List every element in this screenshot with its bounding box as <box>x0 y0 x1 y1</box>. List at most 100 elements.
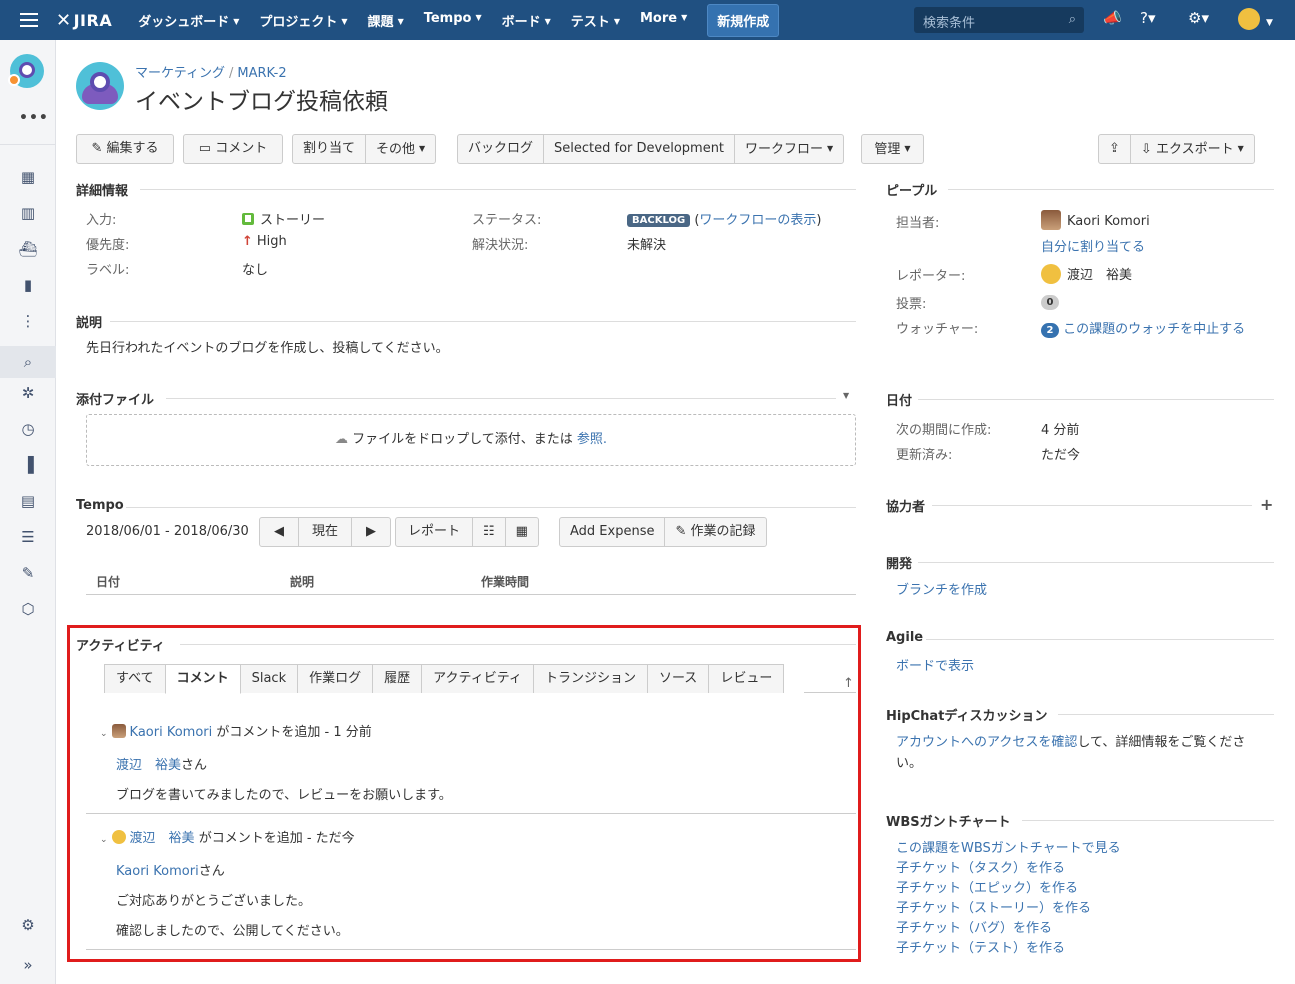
feather-icon[interactable]: ✎ <box>17 562 39 584</box>
create-child-story-link[interactable]: 子チケット（ストーリー）を作る <box>896 897 1091 916</box>
collapse-icon[interactable]: ⌄ <box>100 835 108 845</box>
tempo-date-range: 2018/06/01 - 2018/06/30 <box>86 524 249 539</box>
avatar <box>111 830 126 844</box>
jira-logo[interactable]: ✕ JIRA <box>56 10 112 31</box>
tab-review[interactable]: レビュー <box>708 664 785 693</box>
create-button[interactable]: 新規作成 <box>707 3 780 37</box>
collaborators-heading: 協力者 <box>886 500 926 515</box>
add-collaborator-icon[interactable]: + <box>1260 495 1273 514</box>
menu-icon[interactable] <box>20 13 38 27</box>
table-icon[interactable]: ▤ <box>17 490 39 512</box>
stop-watching-link[interactable]: この課題のウォッチを中止する <box>1063 322 1245 337</box>
workflow-view-link[interactable]: ワークフローの表示 <box>699 213 816 228</box>
tempo-report-group: レポート ☷ ▦ <box>395 517 539 547</box>
browse-link[interactable]: 参照. <box>577 432 607 447</box>
menu-projects[interactable]: プロジェクト ▼ <box>249 11 357 30</box>
help-icon[interactable]: ?▾ <box>1140 9 1156 27</box>
grid-view-button[interactable]: ▦ <box>506 518 538 546</box>
create-child-task-link[interactable]: 子チケット（タスク）を作る <box>896 857 1065 876</box>
create-branch-link[interactable]: ブランチを作成 <box>896 579 987 598</box>
report-button[interactable]: レポート <box>396 518 474 546</box>
assignee-value[interactable]: Kaori Komori <box>1041 210 1150 230</box>
tab-activity[interactable]: アクティビティ <box>421 664 534 693</box>
add-expense-button[interactable]: Add Expense <box>560 518 666 546</box>
megaphone-icon[interactable]: 📣 <box>1103 9 1122 27</box>
clock-icon[interactable]: ◷ <box>17 418 39 440</box>
export-button[interactable]: ⇩ エクスポート ▼ <box>1131 135 1254 163</box>
issue-title: イベントブログ投稿依頼 <box>135 89 388 115</box>
breadcrumb: マーケティング / MARK-2 <box>135 66 287 81</box>
create-child-epic-link[interactable]: 子チケット（エピック）を作る <box>896 877 1078 896</box>
selected-for-development-button[interactable]: Selected for Development <box>544 135 736 163</box>
menu-more[interactable]: More ▼ <box>630 11 697 30</box>
menu-tests[interactable]: テスト ▼ <box>561 11 630 30</box>
view-on-board-link[interactable]: ボードで表示 <box>896 655 974 674</box>
addons-icon[interactable]: ✲ <box>17 382 39 404</box>
search-icon: ⌕ <box>1068 12 1076 27</box>
tab-worklog[interactable]: 作業ログ <box>297 664 374 693</box>
avatar <box>1041 264 1061 284</box>
components-icon[interactable]: ⋮ <box>17 310 39 332</box>
log-work-button[interactable]: ✎ 作業の記録 <box>665 518 765 546</box>
menu-tempo[interactable]: Tempo ▼ <box>414 11 492 30</box>
comment-2-author[interactable]: 渡辺 裕美 <box>130 831 195 846</box>
tab-history[interactable]: 履歴 <box>372 664 423 693</box>
create-child-test-link[interactable]: 子チケット（テスト）を作る <box>896 937 1065 956</box>
tab-transitions[interactable]: トランジション <box>532 664 648 693</box>
assign-button[interactable]: 割り当て <box>293 135 367 163</box>
gear-icon[interactable]: ⚙▾ <box>1188 9 1209 27</box>
settings-icon[interactable]: ⚙ <box>17 914 39 936</box>
attachment-dropzone[interactable]: ☁ ファイルをドロップして添付、または 参照. <box>86 414 856 466</box>
columns-icon[interactable]: ▐ <box>17 454 39 476</box>
breadcrumb-project[interactable]: マーケティング <box>135 66 225 81</box>
comment-1-author[interactable]: Kaori Komori <box>130 725 213 740</box>
hexagon-icon[interactable]: ⬡ <box>17 598 39 620</box>
admin-button[interactable]: 管理 ▼ <box>861 134 924 164</box>
search-input[interactable]: 検索条件 ⌕ <box>914 7 1084 33</box>
releases-icon[interactable]: ⛴ <box>17 238 39 260</box>
backlog-icon[interactable]: ▥ <box>17 202 39 224</box>
votes-value[interactable]: 0 <box>1041 294 1059 310</box>
previous-period-button[interactable]: ◀ <box>260 518 299 546</box>
edit-button[interactable]: ✎ 編集する <box>76 134 174 164</box>
menu-issues[interactable]: 課題 ▼ <box>358 11 414 30</box>
create-child-bug-link[interactable]: 子チケット（バグ）を作る <box>896 917 1052 936</box>
current-period-button[interactable]: 現在 <box>299 518 353 546</box>
tab-all[interactable]: すべて <box>104 664 166 693</box>
tab-comments[interactable]: コメント <box>164 664 241 694</box>
attachments-options-icon[interactable]: ▼ <box>843 391 849 400</box>
menu-boards[interactable]: ボード ▼ <box>492 11 561 30</box>
comment-button[interactable]: ▭ コメント <box>183 134 283 164</box>
backlog-button[interactable]: バックログ <box>458 135 545 163</box>
next-period-button[interactable]: ▶ <box>352 518 390 546</box>
hipchat-access-link[interactable]: アカウントへのアクセスを確認 <box>896 735 1077 750</box>
list-view-button[interactable]: ☷ <box>473 518 506 546</box>
priority-label: 優先度: <box>86 238 130 253</box>
triangle-right-icon: ▶ <box>366 524 377 539</box>
more-icon[interactable]: ••• <box>19 110 49 126</box>
assign-to-me-link[interactable]: 自分に割り当てる <box>1041 236 1145 255</box>
menu-dashboard[interactable]: ダッシュボード ▼ <box>128 11 249 30</box>
collapse-icon[interactable]: ⌄ <box>100 729 108 739</box>
comment-2-mention[interactable]: Kaori Komori <box>116 864 199 879</box>
breadcrumb-issue-key[interactable]: MARK-2 <box>237 66 286 81</box>
sort-arrow-icon[interactable]: ↑ <box>843 676 854 691</box>
comment-1-mention[interactable]: 渡辺 裕美 <box>116 758 181 773</box>
reports-icon[interactable]: ▮ <box>17 274 39 296</box>
project-avatar[interactable] <box>8 54 44 88</box>
issues-search-icon[interactable]: ⌕ <box>0 346 56 378</box>
expand-sidebar-icon[interactable]: » <box>17 954 39 976</box>
watchers-badge[interactable]: 2 <box>1041 323 1059 338</box>
tab-source[interactable]: ソース <box>646 664 710 693</box>
more-actions-button[interactable]: その他 ▼ <box>366 135 435 163</box>
workflow-button[interactable]: ワークフロー ▼ <box>735 135 843 163</box>
tab-slack[interactable]: Slack <box>239 664 299 693</box>
description-text[interactable]: 先日行われたイベントのブログを作成し、投稿してください。 <box>86 337 449 356</box>
status-value: BACKLOG (ワークフローの表示) <box>627 209 822 228</box>
share-button[interactable]: ⇪ <box>1099 135 1131 163</box>
wbs-view-link[interactable]: この課題をWBSガントチャートで見る <box>896 837 1121 856</box>
board-grid-icon[interactable]: ▦ <box>17 166 39 188</box>
gantt-icon[interactable]: ☰ <box>17 526 39 548</box>
reporter-value[interactable]: 渡辺 裕美 <box>1041 264 1132 284</box>
user-avatar[interactable]: ▼ <box>1238 8 1273 30</box>
